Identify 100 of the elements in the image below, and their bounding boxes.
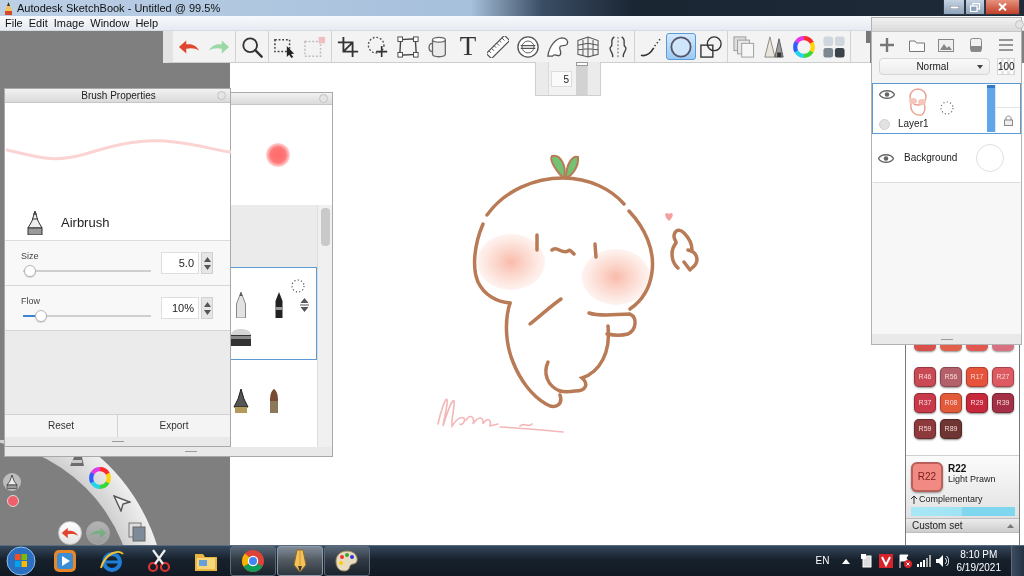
spin-buttons[interactable] <box>201 252 213 274</box>
caret-up-icon[interactable] <box>841 558 850 564</box>
color-set-bar[interactable]: Custom set <box>906 518 1019 533</box>
brush-icon[interactable] <box>69 454 85 466</box>
blend-mode-dropdown[interactable]: Normal <box>879 58 990 75</box>
minimize-button[interactable] <box>943 0 965 15</box>
slider-thumb[interactable] <box>24 265 37 277</box>
flag-icon[interactable] <box>897 554 912 568</box>
color-wheel-icon[interactable] <box>89 467 111 489</box>
color-set-name: Custom set <box>912 519 964 532</box>
start-button[interactable] <box>6 546 36 576</box>
menu-item[interactable]: Help <box>132 16 162 30</box>
pointer-icon[interactable] <box>113 494 131 512</box>
sketchbook-button[interactable] <box>277 546 323 576</box>
layer-name: Background <box>904 152 959 164</box>
resize-grip[interactable] <box>872 334 1021 344</box>
spin-buttons[interactable] <box>201 297 213 319</box>
pencil-icon <box>4 2 13 15</box>
size-slider-track[interactable] <box>576 62 587 95</box>
menu-item[interactable]: File <box>2 16 26 30</box>
caret-down-icon <box>977 64 983 69</box>
ellipse-button[interactable] <box>666 33 696 60</box>
color-wheel-icon <box>793 35 815 58</box>
menu-icon <box>999 39 1014 51</box>
brush-set[interactable] <box>231 267 317 361</box>
panel-button[interactable]: Export <box>117 414 230 437</box>
dotted-circle-icon[interactable] <box>291 279 305 294</box>
resize-grip[interactable] <box>5 437 230 446</box>
clock[interactable]: 8:10 PM 6/19/2021 <box>952 548 1005 574</box>
layer-row[interactable]: Background <box>872 133 1021 183</box>
browser-icon <box>100 549 124 573</box>
chrome-icon <box>241 549 265 573</box>
plus-icon <box>879 38 894 52</box>
symmetry-icon <box>607 35 629 58</box>
value-field[interactable]: 10% <box>161 297 199 319</box>
play-icon <box>53 549 77 573</box>
text-button[interactable]: T <box>453 33 483 60</box>
scrollbar-track[interactable] <box>317 205 332 448</box>
marker-icon[interactable] <box>231 328 251 347</box>
eye-icon[interactable] <box>878 153 894 163</box>
device-icon[interactable] <box>860 554 873 568</box>
resize-grip[interactable] <box>5 447 332 456</box>
complementary-color-bar[interactable] <box>911 507 1015 516</box>
speaker-icon[interactable] <box>935 555 949 567</box>
eye-icon[interactable] <box>879 90 895 99</box>
down-triangle-icon[interactable] <box>203 264 211 270</box>
logo-icon[interactable] <box>878 554 893 568</box>
expand-icon[interactable] <box>300 298 309 313</box>
chrome-button[interactable] <box>230 546 276 576</box>
current-color-swatch[interactable]: R22 <box>911 462 943 492</box>
eraser-icon <box>970 38 983 52</box>
lock-icon[interactable] <box>1003 115 1013 126</box>
menu-item[interactable]: Window <box>87 16 133 30</box>
stacked-cards-icon <box>733 35 755 58</box>
color-swatch[interactable] <box>966 345 988 351</box>
scrollbar-thumb[interactable] <box>320 208 330 247</box>
color-swatch[interactable] <box>914 345 936 351</box>
minimize-icon <box>949 5 959 9</box>
panel-button[interactable]: Reset <box>5 414 117 437</box>
left-arrow-icon <box>61 526 79 540</box>
slider-thumb[interactable] <box>576 62 588 66</box>
airbrush-icon[interactable] <box>3 473 21 491</box>
brush-tip-preview <box>266 143 290 168</box>
slider-label: Size <box>21 251 40 261</box>
color-swatch[interactable] <box>940 345 962 351</box>
pencil-icon[interactable] <box>236 292 246 319</box>
close-icon <box>998 3 1007 11</box>
close-button[interactable] <box>985 0 1020 15</box>
dotted-circle-icon[interactable] <box>940 101 954 115</box>
complementary-label[interactable]: Complementary <box>919 494 983 505</box>
dot-icon[interactable] <box>879 118 890 130</box>
paint-button[interactable] <box>324 546 370 576</box>
up-triangle-icon[interactable] <box>203 301 211 307</box>
value-field[interactable]: 5.0 <box>161 252 199 274</box>
brush-name: Airbrush <box>61 215 110 231</box>
up-triangle-icon[interactable] <box>203 256 211 262</box>
brush-icon[interactable] <box>269 389 279 414</box>
menu-item[interactable]: Image <box>50 16 88 30</box>
maximize-button[interactable] <box>965 0 985 15</box>
size-field[interactable]: 5 <box>551 71 572 87</box>
signal-icon[interactable] <box>916 555 931 567</box>
layer-name: Layer1 <box>898 118 929 130</box>
down-triangle-icon[interactable] <box>203 309 211 315</box>
swatches-icon <box>823 35 845 58</box>
slider-thumb[interactable] <box>34 310 47 322</box>
up-arrow-icon[interactable] <box>911 495 917 504</box>
color-name: Light Prawn <box>948 474 996 484</box>
pen-icon[interactable] <box>275 292 283 319</box>
color-swatch[interactable] <box>992 345 1014 351</box>
layer-row[interactable]: Layer1 <box>872 83 1021 134</box>
airbrush-icon[interactable] <box>233 389 249 414</box>
color-dot-icon[interactable] <box>7 495 19 507</box>
pen-nibs-icon <box>763 35 785 58</box>
language-indicator[interactable]: EN <box>815 555 830 567</box>
resize-handle[interactable] <box>866 31 870 43</box>
opacity-field[interactable]: 100 <box>997 58 1015 75</box>
background-color-swatch[interactable] <box>976 144 1004 172</box>
menu-item[interactable]: Edit <box>25 16 51 30</box>
scissors-icon <box>147 549 171 573</box>
layers-icon[interactable] <box>128 522 146 542</box>
